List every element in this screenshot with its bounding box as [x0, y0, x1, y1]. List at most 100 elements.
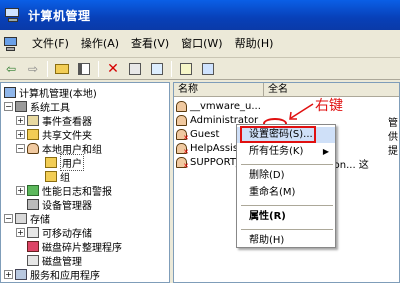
annotation-arrow-icon — [289, 103, 314, 120]
tree-item-label: 磁盘碎片整理程序 — [42, 243, 122, 254]
tree-item[interactable]: + 共享文件夹 — [16, 128, 92, 142]
annotation-text: 右键 — [315, 98, 343, 114]
tree-item[interactable]: 设备管理器 — [16, 198, 92, 212]
tree-item[interactable]: 磁盘碎片整理程序 — [16, 240, 122, 254]
context-menu-item[interactable]: 删除(D) — [237, 168, 335, 184]
perf-icon — [27, 185, 39, 196]
defrag-icon — [27, 241, 39, 252]
context-menu-item[interactable]: 所有任务(K) ▶ — [237, 144, 335, 160]
expand-icon[interactable]: + — [4, 270, 13, 279]
computer-management-icon — [4, 6, 22, 24]
console-icon[interactable] — [199, 60, 217, 78]
system-menu-icon[interactable] — [2, 35, 22, 53]
export-icon[interactable] — [148, 60, 166, 78]
submenu-arrow-icon: ▶ — [322, 147, 329, 156]
context-menu-item-label: 属性(R) — [249, 211, 286, 222]
help-icon[interactable] — [177, 60, 195, 78]
user-row[interactable]: Guest — [176, 128, 220, 142]
toolbar-separator — [171, 60, 172, 77]
tree-item-label: 事件查看器 — [42, 117, 92, 128]
toolbar: ⇦ ⇨ ✕ — [0, 58, 400, 80]
tree-pane[interactable]: 计算机管理(本地) − 系统工具 + 事件查看器 + 共享文件夹 − 本地用户和组 用户组 + 性能… — [0, 82, 170, 283]
collapse-icon[interactable]: − — [4, 102, 13, 111]
show-tree-icon[interactable] — [75, 60, 93, 78]
tree-root[interactable]: 计算机管理(本地) — [4, 86, 97, 100]
tree-item[interactable]: + 服务和应用程序 — [4, 268, 100, 282]
expand-icon[interactable]: + — [16, 186, 25, 195]
window-title: 计算机管理 — [28, 8, 91, 23]
properties-icon[interactable] — [126, 60, 144, 78]
collapse-icon[interactable]: − — [16, 144, 25, 153]
context-menu-item-label: 删除(D) — [249, 170, 285, 181]
menu-separator — [241, 164, 333, 165]
tree-item-label: 系统工具 — [30, 103, 70, 114]
tree-item[interactable]: 组 — [34, 170, 70, 184]
menu-view[interactable]: 查看(V) — [125, 34, 175, 54]
user-name: Guest — [190, 129, 220, 140]
tree-item[interactable]: − 系统工具 — [4, 100, 70, 114]
context-menu-item-label: 所有任务(K) — [249, 146, 304, 157]
title-bar: 计算机管理 — [0, 0, 400, 30]
user-icon — [176, 143, 189, 156]
context-menu-item-label: 帮助(H) — [249, 235, 285, 246]
expand-icon[interactable]: + — [16, 228, 25, 237]
tree-item[interactable]: − 本地用户和组 — [16, 142, 102, 156]
user-description: 提 — [388, 146, 398, 157]
up-folder-icon[interactable] — [53, 60, 71, 78]
collapse-icon[interactable]: − — [4, 214, 13, 223]
tree-item[interactable]: + 性能日志和警报 — [16, 184, 112, 198]
menu-file[interactable]: 文件(F) — [26, 34, 75, 54]
tree-item[interactable]: + 可移动存储 — [16, 226, 92, 240]
highlight-box — [240, 126, 316, 143]
user-icon — [176, 129, 189, 142]
tree-item-label: 可移动存储 — [42, 229, 92, 240]
user-row[interactable]: __vmware_u... — [176, 100, 261, 113]
context-menu-item[interactable]: 帮助(H) — [237, 233, 335, 249]
expand-icon[interactable]: + — [16, 130, 25, 139]
context-menu-item[interactable]: 属性(R) — [237, 209, 335, 225]
disk-icon — [27, 227, 39, 238]
tree-item-label: 性能日志和警报 — [42, 187, 112, 198]
tree-item-label: 磁盘管理 — [42, 257, 82, 268]
column-header-name[interactable]: 名称 — [174, 83, 264, 97]
tree-item[interactable]: 磁盘管理 — [16, 254, 82, 268]
toolbar-separator — [47, 60, 48, 77]
tree-root-label: 计算机管理(本地) — [19, 89, 97, 100]
back-arrow-icon[interactable]: ⇦ — [2, 60, 20, 78]
tree-item-label: 共享文件夹 — [42, 131, 92, 142]
svc-icon — [15, 269, 27, 280]
context-menu-item-label: 重命名(M) — [249, 187, 296, 198]
delete-icon[interactable]: ✕ — [104, 60, 122, 78]
menu-bar: 文件(F) 操作(A) 查看(V) 窗口(W) 帮助(H) — [0, 30, 400, 58]
tree-item[interactable]: − 存储 — [4, 212, 50, 226]
context-menu-item[interactable]: 重命名(M) — [237, 185, 335, 201]
tree-item-label: 组 — [60, 173, 70, 184]
tree-item[interactable]: + 事件查看器 — [16, 114, 92, 128]
share-icon — [27, 129, 39, 140]
users-icon — [27, 143, 39, 154]
forward-arrow-icon[interactable]: ⇨ — [24, 60, 42, 78]
menu-separator — [241, 205, 333, 206]
disk-icon — [27, 255, 39, 266]
tree-item-label: 存储 — [30, 215, 50, 226]
user-icon — [176, 157, 189, 170]
menu-action[interactable]: 操作(A) — [75, 34, 125, 54]
folder-icon — [45, 157, 57, 168]
expand-icon[interactable]: + — [16, 116, 25, 125]
toolbar-separator — [98, 60, 99, 77]
user-icon — [176, 101, 187, 112]
menu-separator — [241, 229, 333, 230]
tree-item[interactable]: 用户 — [34, 154, 84, 171]
menu-help[interactable]: 帮助(H) — [229, 34, 280, 54]
event-icon — [27, 115, 39, 126]
user-icon — [176, 115, 187, 126]
dev-icon — [27, 199, 39, 210]
storage-icon — [15, 213, 27, 224]
tools-icon — [15, 101, 27, 112]
folder-icon — [45, 171, 57, 182]
tree-item-label: 服务和应用程序 — [30, 271, 100, 282]
menu-window[interactable]: 窗口(W) — [175, 34, 228, 54]
user-description: 供 — [388, 132, 398, 143]
computer-icon — [4, 87, 16, 98]
user-description: 管 — [388, 118, 398, 129]
